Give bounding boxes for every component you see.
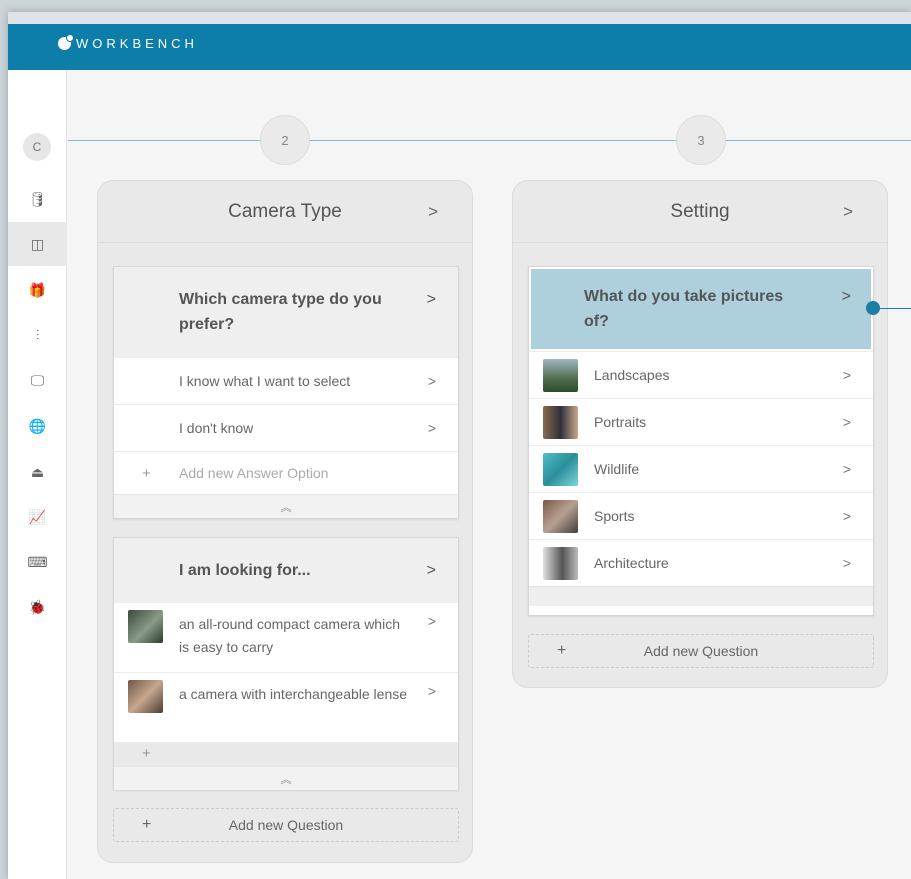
connector-line: [879, 308, 911, 309]
chart-icon[interactable]: 📈: [8, 495, 67, 539]
answer-option[interactable]: I don't know >: [114, 404, 458, 451]
app-logo[interactable]: WORKBENCH: [58, 34, 198, 51]
column-title: Camera Type: [228, 200, 342, 222]
card-footer: [529, 586, 873, 606]
avatar[interactable]: C: [23, 133, 51, 161]
answer-label: I don't know: [179, 419, 254, 436]
upload-icon[interactable]: ⏏: [8, 450, 67, 494]
chevron-right-icon[interactable]: >: [843, 414, 851, 430]
sidebar: C 🛢 ◫ 🎁 ⫶ 🖵 🌐 ⏏ 📈 ⌨ 🐞: [8, 70, 67, 879]
answer-label: Wildlife: [594, 460, 640, 477]
chevron-right-icon[interactable]: >: [428, 420, 436, 436]
plus-icon: +: [557, 642, 567, 659]
chevron-right-icon[interactable]: >: [428, 202, 438, 222]
column-setting: Setting > What do you take pictures of? …: [512, 180, 888, 688]
step-3-badge[interactable]: 3: [676, 115, 726, 165]
window-top-strip: [8, 12, 911, 24]
plus-icon: +: [142, 464, 151, 482]
globe-icon[interactable]: 🌐: [8, 404, 67, 448]
answer-thumbnail: [543, 453, 578, 486]
plus-icon: +: [142, 745, 151, 762]
keyboard-icon[interactable]: ⌨: [8, 540, 67, 584]
question-title: I am looking for...: [179, 562, 311, 579]
bug-icon[interactable]: 🐞: [8, 585, 67, 629]
answer-option[interactable]: Landscapes >: [529, 351, 873, 398]
add-question-button[interactable]: + Add new Question: [113, 808, 459, 842]
monitor-icon[interactable]: 🖵: [8, 358, 67, 402]
answer-thumbnail: [128, 610, 163, 643]
column-title: Setting: [670, 200, 730, 222]
step-2-badge[interactable]: 2: [260, 115, 310, 165]
answer-thumbnail: [543, 406, 578, 439]
question-card: I am looking for... > an all-round compa…: [113, 537, 459, 790]
answer-option[interactable]: Portraits >: [529, 398, 873, 445]
chevron-right-icon[interactable]: >: [427, 287, 436, 312]
answer-label: an all-round compact camera which is eas…: [179, 616, 400, 655]
chevron-right-icon[interactable]: >: [428, 373, 436, 389]
chevron-right-icon[interactable]: >: [843, 555, 851, 571]
chevron-right-icon[interactable]: >: [428, 683, 436, 699]
app-window: WORKBENCH C 🛢 ◫ 🎁 ⫶ 🖵 🌐 ⏏ 📈 ⌨ 🐞 2 3 Came…: [8, 12, 911, 879]
add-answer-option[interactable]: +: [114, 742, 458, 766]
collapse-button[interactable]: ︽: [114, 766, 458, 790]
answer-label: I know what I want to select: [179, 372, 351, 389]
column-header[interactable]: Camera Type >: [98, 181, 472, 243]
connector-line: [726, 140, 911, 141]
answer-thumbnail: [128, 680, 163, 713]
layout-icon[interactable]: ◫: [8, 222, 67, 266]
chevron-right-icon[interactable]: >: [843, 367, 851, 383]
add-answer-option[interactable]: + Add new Answer Option: [114, 451, 458, 494]
answer-option[interactable]: a camera with interchangeable lense >: [114, 672, 458, 742]
answer-label: Architecture: [594, 554, 669, 571]
question-header[interactable]: I am looking for... >: [114, 538, 458, 602]
chevron-right-icon[interactable]: >: [842, 284, 851, 309]
question-header[interactable]: Which camera type do you prefer? >: [114, 267, 458, 357]
answer-option[interactable]: Architecture >: [529, 539, 873, 586]
chevron-right-icon[interactable]: >: [843, 202, 853, 222]
answer-option[interactable]: I know what I want to select >: [114, 357, 458, 404]
column-header[interactable]: Setting >: [513, 181, 887, 243]
answer-thumbnail: [543, 359, 578, 392]
answer-label: a camera with interchangeable lense: [179, 686, 408, 702]
plus-icon: +: [142, 816, 152, 833]
answer-label: Portraits: [594, 413, 647, 430]
database-icon[interactable]: 🛢: [8, 177, 67, 221]
add-answer-label: Add new Answer Option: [179, 464, 329, 481]
answer-label: Landscapes: [594, 366, 670, 383]
chevron-right-icon[interactable]: >: [428, 613, 436, 629]
add-question-label: Add new Question: [643, 643, 759, 659]
connector-handle[interactable]: [866, 301, 880, 315]
brand-name: WORKBENCH: [76, 36, 198, 51]
chevron-double-up-icon: ︽: [280, 773, 292, 786]
answer-thumbnail: [543, 547, 578, 580]
column-camera-type: Camera Type > Which camera type do you p…: [97, 180, 473, 863]
chevron-right-icon[interactable]: >: [843, 461, 851, 477]
flow-canvas: 2 3 Camera Type > Which camera type do y…: [68, 70, 911, 879]
add-question-button[interactable]: + Add new Question: [528, 634, 874, 668]
connector-line: [68, 140, 260, 141]
sliders-icon[interactable]: ⫶: [8, 313, 67, 357]
answer-thumbnail: [543, 500, 578, 533]
chevron-right-icon[interactable]: >: [427, 558, 436, 583]
connector-line: [310, 140, 676, 141]
question-card: Which camera type do you prefer? > I kno…: [113, 266, 459, 519]
question-title: What do you take pictures of?: [584, 288, 784, 330]
answer-label: Sports: [594, 507, 635, 524]
gift-icon[interactable]: 🎁: [8, 268, 67, 312]
answer-option[interactable]: Sports >: [529, 492, 873, 539]
question-card: What do you take pictures of? > Landscap…: [528, 266, 874, 616]
add-question-label: Add new Question: [228, 817, 344, 833]
logo-icon: [58, 34, 74, 50]
answer-option[interactable]: Wildlife >: [529, 445, 873, 492]
question-header-selected[interactable]: What do you take pictures of? >: [531, 269, 871, 349]
chevron-double-up-icon: ︽: [280, 501, 292, 514]
question-title: Which camera type do you prefer?: [179, 291, 382, 333]
answer-option[interactable]: an all-round compact camera which is eas…: [114, 602, 458, 672]
collapse-button[interactable]: ︽: [114, 494, 458, 518]
chevron-right-icon[interactable]: >: [843, 508, 851, 524]
